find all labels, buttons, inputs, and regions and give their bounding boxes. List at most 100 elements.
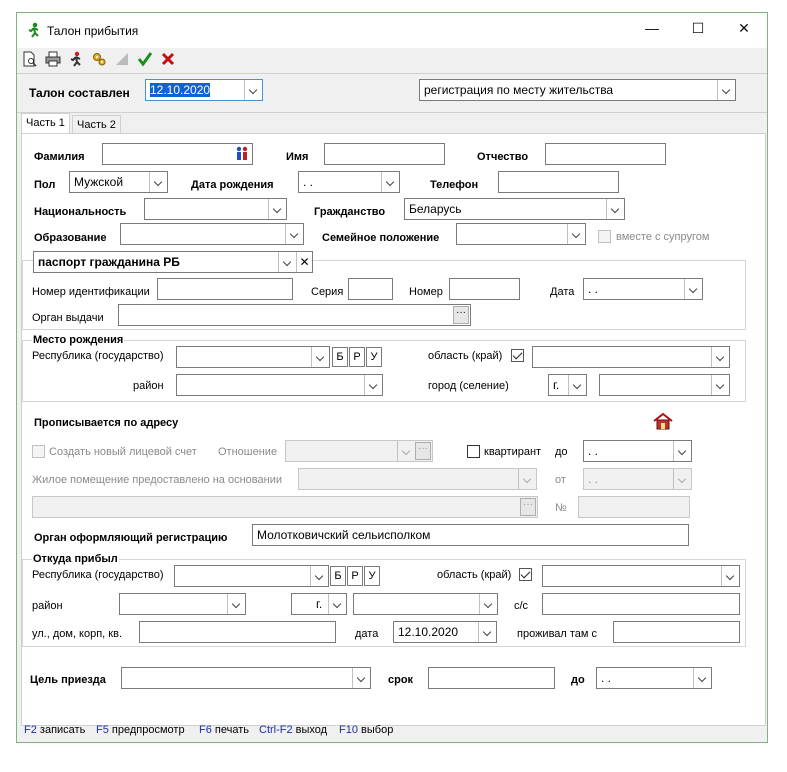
check-icon[interactable] bbox=[136, 51, 154, 69]
marital-select[interactable] bbox=[456, 223, 586, 245]
relation-select[interactable]: ··· bbox=[285, 440, 433, 462]
nationality-select[interactable] bbox=[144, 198, 287, 220]
lodger-checkbox[interactable] bbox=[467, 445, 480, 458]
chevron-down-icon[interactable] bbox=[310, 566, 328, 586]
with-spouse-label: вместе с супругом bbox=[616, 231, 710, 243]
print-icon[interactable] bbox=[44, 51, 62, 69]
id-number-field[interactable] bbox=[157, 278, 293, 300]
birth-region-checkbox[interactable] bbox=[511, 349, 524, 362]
chevron-down-icon[interactable] bbox=[364, 375, 382, 395]
purpose-select[interactable] bbox=[121, 667, 371, 689]
chevron-down-icon[interactable] bbox=[311, 347, 329, 367]
tab-part-2[interactable]: Часть 2 bbox=[72, 115, 121, 134]
cross-icon[interactable] bbox=[159, 51, 177, 69]
authority-field[interactable]: Молотковичский сельисполком bbox=[252, 524, 689, 546]
chevron-down-icon[interactable] bbox=[673, 469, 691, 489]
belarus-button[interactable]: Б bbox=[330, 566, 346, 586]
chevron-down-icon[interactable] bbox=[278, 252, 296, 272]
patronymic-field[interactable] bbox=[545, 143, 666, 165]
origin-district-select[interactable] bbox=[119, 593, 246, 615]
document-type-select[interactable]: паспорт гражданина РБ ✕ bbox=[33, 251, 313, 273]
close-button[interactable]: ✕ bbox=[721, 13, 767, 43]
russia-button[interactable]: Р bbox=[349, 347, 365, 367]
purpose-until-field[interactable]: . . bbox=[596, 667, 712, 689]
lived-since-field[interactable] bbox=[613, 621, 740, 643]
chevron-down-icon[interactable] bbox=[268, 199, 286, 219]
ukraine-button[interactable]: У bbox=[366, 347, 382, 367]
ellipsis-button[interactable]: ··· bbox=[415, 442, 431, 460]
belarus-button[interactable]: Б bbox=[332, 347, 348, 367]
chevron-down-icon[interactable] bbox=[518, 469, 536, 489]
compiled-date-field[interactable]: 12.10.2020 bbox=[145, 79, 263, 101]
maximize-button[interactable]: ☐ bbox=[675, 13, 721, 43]
ukraine-button[interactable]: У bbox=[364, 566, 380, 586]
phone-label: Телефон bbox=[430, 179, 479, 191]
chevron-down-icon[interactable] bbox=[606, 199, 624, 219]
chevron-down-icon[interactable] bbox=[673, 441, 691, 461]
chevron-down-icon[interactable] bbox=[352, 668, 370, 688]
house-icon[interactable] bbox=[652, 412, 674, 430]
person-run-icon[interactable] bbox=[67, 51, 85, 69]
chevron-down-icon[interactable] bbox=[227, 594, 245, 614]
chevron-down-icon[interactable] bbox=[693, 668, 711, 688]
with-spouse-checkbox[interactable] bbox=[598, 230, 611, 243]
term-field[interactable] bbox=[428, 667, 555, 689]
origin-date-field[interactable]: 12.10.2020 bbox=[393, 621, 497, 643]
series-field[interactable] bbox=[348, 278, 393, 300]
chevron-down-icon[interactable] bbox=[567, 224, 585, 244]
origin-street-field[interactable] bbox=[139, 621, 336, 643]
chevron-down-icon[interactable] bbox=[479, 594, 497, 614]
chevron-down-icon[interactable] bbox=[711, 347, 729, 367]
new-account-checkbox[interactable] bbox=[32, 445, 45, 458]
minimize-button[interactable]: — bbox=[629, 13, 675, 43]
basis-number-field[interactable] bbox=[578, 496, 690, 518]
address-field[interactable]: ··· bbox=[32, 496, 538, 518]
chevron-down-icon[interactable] bbox=[711, 375, 729, 395]
chevron-down-icon[interactable] bbox=[244, 80, 262, 100]
chevron-down-icon[interactable] bbox=[684, 279, 702, 299]
issuer-field[interactable]: ··· bbox=[118, 304, 471, 326]
ellipsis-button[interactable]: ··· bbox=[453, 306, 469, 324]
origin-city-type-select[interactable]: г. bbox=[291, 593, 347, 615]
citizenship-select[interactable]: Беларусь bbox=[404, 198, 625, 220]
clear-icon[interactable]: ✕ bbox=[296, 252, 312, 272]
chevron-down-icon[interactable] bbox=[721, 566, 739, 586]
chevron-down-icon[interactable] bbox=[717, 80, 735, 100]
birth-city-select[interactable] bbox=[599, 374, 730, 396]
surname-field[interactable] bbox=[102, 143, 253, 165]
gears-icon[interactable] bbox=[90, 51, 108, 69]
doc-date-field[interactable]: . . bbox=[583, 278, 703, 300]
origin-country-select[interactable] bbox=[174, 565, 329, 587]
people-icon[interactable] bbox=[234, 145, 250, 164]
russia-button[interactable]: Р bbox=[347, 566, 363, 586]
sex-select[interactable]: Мужской bbox=[69, 171, 168, 193]
chevron-down-icon[interactable] bbox=[328, 594, 346, 614]
phone-field[interactable] bbox=[498, 171, 619, 193]
ellipsis-button[interactable]: ··· bbox=[520, 498, 536, 516]
origin-street-label: ул., дом, корп, кв. bbox=[32, 628, 123, 640]
origin-region-select[interactable] bbox=[542, 565, 740, 587]
origin-city-select[interactable] bbox=[353, 593, 498, 615]
basis-select[interactable] bbox=[298, 468, 537, 490]
birth-region-select[interactable] bbox=[532, 346, 730, 368]
chevron-down-icon[interactable] bbox=[397, 441, 415, 461]
origin-region-checkbox[interactable] bbox=[519, 568, 532, 581]
education-select[interactable] bbox=[120, 223, 304, 245]
chevron-down-icon[interactable] bbox=[478, 622, 496, 642]
birth-city-type-select[interactable]: г. bbox=[548, 374, 587, 396]
tab-part-1[interactable]: Часть 1 bbox=[21, 113, 70, 134]
until-date-field[interactable]: . . bbox=[583, 440, 692, 462]
number-field[interactable] bbox=[449, 278, 520, 300]
origin-ss-field[interactable] bbox=[542, 593, 740, 615]
name-field[interactable] bbox=[324, 143, 445, 165]
birth-country-select[interactable] bbox=[176, 346, 330, 368]
chevron-down-icon[interactable] bbox=[149, 172, 167, 192]
birth-date-field[interactable]: . . bbox=[298, 171, 400, 193]
preview-icon[interactable] bbox=[21, 51, 39, 69]
from-date-field[interactable]: . . bbox=[583, 468, 692, 490]
chevron-down-icon[interactable] bbox=[285, 224, 303, 244]
birth-district-select[interactable] bbox=[176, 374, 383, 396]
chevron-down-icon[interactable] bbox=[568, 375, 586, 395]
chevron-down-icon[interactable] bbox=[381, 172, 399, 192]
registration-type-select[interactable]: регистрация по месту жительства bbox=[419, 79, 736, 101]
